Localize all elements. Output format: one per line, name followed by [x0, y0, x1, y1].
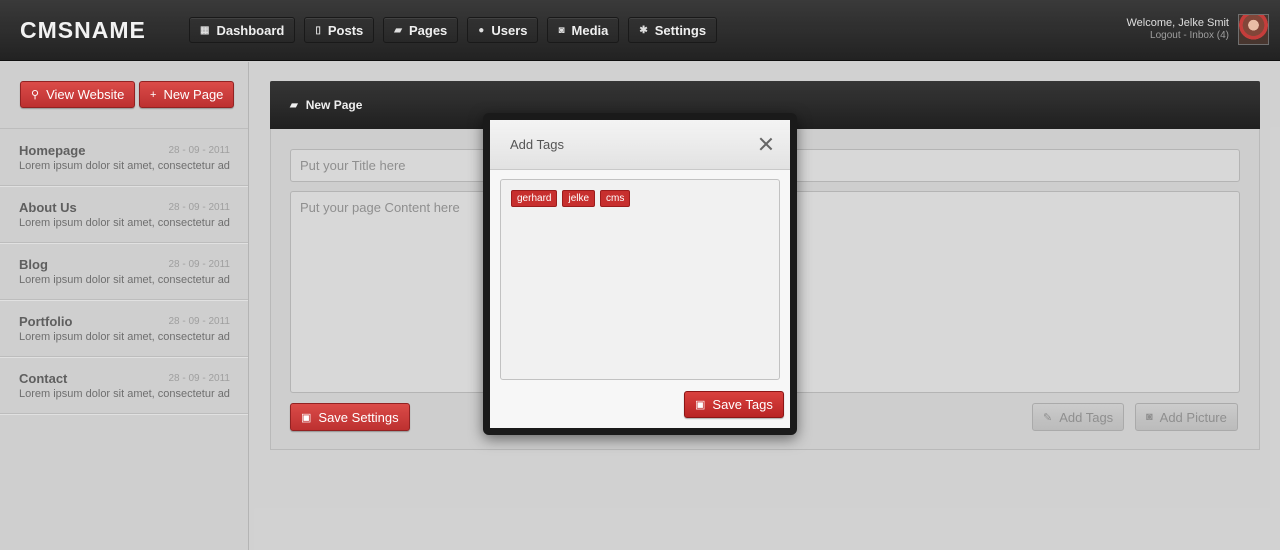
page-description: Lorem ipsum dolor sit amet, consectetur …: [19, 388, 230, 400]
page-date: 28 - 09 - 2011: [168, 259, 230, 270]
nav-label: Posts: [327, 22, 364, 38]
add-tags-modal: Add Tags gerhard jelke cms ▣ Save Tags: [490, 120, 790, 428]
tag-input-area[interactable]: gerhard jelke cms: [500, 179, 780, 380]
plus-icon: +: [150, 88, 157, 101]
tag-chip[interactable]: jelke: [562, 190, 596, 207]
add-tags-button[interactable]: ✎ Add Tags: [1032, 403, 1125, 431]
page-list: Homepage 28 - 09 - 2011 Lorem ipsum dolo…: [0, 128, 248, 414]
page-date: 28 - 09 - 2011: [168, 373, 230, 384]
save-settings-button[interactable]: ▣ Save Settings: [290, 403, 410, 431]
new-page-button[interactable]: + New Page: [139, 81, 235, 108]
inbox-link[interactable]: Inbox (4): [1190, 30, 1229, 41]
gear-icon: ✱: [639, 24, 648, 36]
list-item[interactable]: Blog 28 - 09 - 2011 Lorem ipsum dolor si…: [0, 243, 248, 300]
modal-header: Add Tags: [490, 120, 790, 170]
page-description: Lorem ipsum dolor sit amet, consectetur …: [19, 217, 230, 229]
page-description: Lorem ipsum dolor sit amet, consectetur …: [19, 160, 230, 172]
camera-icon: ◙: [558, 24, 565, 36]
button-label: View Website: [46, 87, 125, 102]
logout-link[interactable]: Logout: [1150, 30, 1181, 41]
add-picture-button[interactable]: ◙ Add Picture: [1135, 403, 1238, 431]
floppy-disk-icon: ▣: [301, 411, 312, 424]
avatar[interactable]: [1238, 14, 1269, 45]
view-website-button[interactable]: ⚲ View Website: [20, 81, 136, 108]
page-date: 28 - 09 - 2011: [168, 316, 230, 327]
welcome-text: Welcome, Jelke Smit: [1126, 17, 1230, 29]
button-label: Add Picture: [1159, 409, 1227, 425]
button-label: Add Tags: [1059, 409, 1114, 425]
tag-chip[interactable]: cms: [600, 190, 631, 207]
main-nav: ▦ Dashboard ▯ Posts ▰ Pages ● Users ◙ Me…: [189, 17, 718, 43]
tag-icon: ✎: [1043, 411, 1053, 424]
button-label: Save Settings: [318, 409, 399, 425]
page-date: 28 - 09 - 2011: [168, 145, 230, 156]
page-title: Contact: [19, 371, 68, 386]
list-item[interactable]: About Us 28 - 09 - 2011 Lorem ipsum dolo…: [0, 186, 248, 243]
nav-label: Pages: [408, 22, 448, 38]
sidebar: ⚲ View Website + New Page Homepage 28 - …: [0, 62, 249, 550]
save-tags-button[interactable]: ▣ Save Tags: [684, 391, 784, 418]
calendar-icon: ▦: [200, 24, 210, 36]
nav-label: Dashboard: [216, 22, 285, 38]
close-icon[interactable]: [758, 136, 774, 152]
folder-icon: ▰: [290, 99, 298, 111]
user-info: Welcome, Jelke Smit Logout - Inbox (4): [1127, 17, 1230, 41]
floppy-disk-icon: ▣: [695, 399, 706, 411]
list-item[interactable]: Contact 28 - 09 - 2011 Lorem ipsum dolor…: [0, 357, 248, 414]
page-title: Homepage: [19, 143, 86, 158]
app-logo[interactable]: CMSNAME: [20, 17, 146, 44]
page-description: Lorem ipsum dolor sit amet, consectetur …: [19, 331, 230, 343]
camera-icon: ◙: [1146, 411, 1153, 423]
page-title: About Us: [19, 200, 77, 215]
top-bar: CMSNAME ▦ Dashboard ▯ Posts ▰ Pages ● Us…: [0, 0, 1280, 61]
user-icon: ●: [478, 24, 485, 36]
link-separator: -: [1180, 30, 1190, 41]
nav-media[interactable]: ◙ Media: [547, 17, 620, 43]
page-title: Portfolio: [19, 314, 73, 329]
document-icon: ▯: [315, 24, 321, 36]
nav-label: Users: [491, 22, 528, 38]
search-icon: ⚲: [31, 89, 40, 101]
nav-label: Settings: [654, 22, 707, 38]
nav-posts[interactable]: ▯ Posts: [304, 17, 375, 43]
nav-pages[interactable]: ▰ Pages: [383, 17, 459, 43]
page-title: Blog: [19, 257, 48, 272]
nav-dashboard[interactable]: ▦ Dashboard: [189, 17, 296, 43]
modal-title: Add Tags: [510, 137, 564, 152]
button-label: New Page: [163, 87, 224, 102]
tag-list: gerhard jelke cms: [511, 190, 631, 207]
nav-label: Media: [571, 22, 609, 38]
panel-title: New Page: [305, 98, 363, 112]
button-label: Save Tags: [712, 397, 773, 412]
page-date: 28 - 09 - 2011: [168, 202, 230, 213]
nav-settings[interactable]: ✱ Settings: [628, 17, 718, 43]
nav-users[interactable]: ● Users: [467, 17, 539, 43]
folder-icon: ▰: [394, 24, 402, 36]
user-links: Logout - Inbox (4): [1127, 30, 1229, 41]
page-description: Lorem ipsum dolor sit amet, consectetur …: [19, 274, 230, 286]
list-item[interactable]: Portfolio 28 - 09 - 2011 Lorem ipsum dol…: [0, 300, 248, 357]
tag-chip[interactable]: gerhard: [511, 190, 558, 207]
list-item[interactable]: Homepage 28 - 09 - 2011 Lorem ipsum dolo…: [0, 129, 248, 186]
add-tags-modal-frame: Add Tags gerhard jelke cms ▣ Save Tags: [483, 113, 797, 435]
